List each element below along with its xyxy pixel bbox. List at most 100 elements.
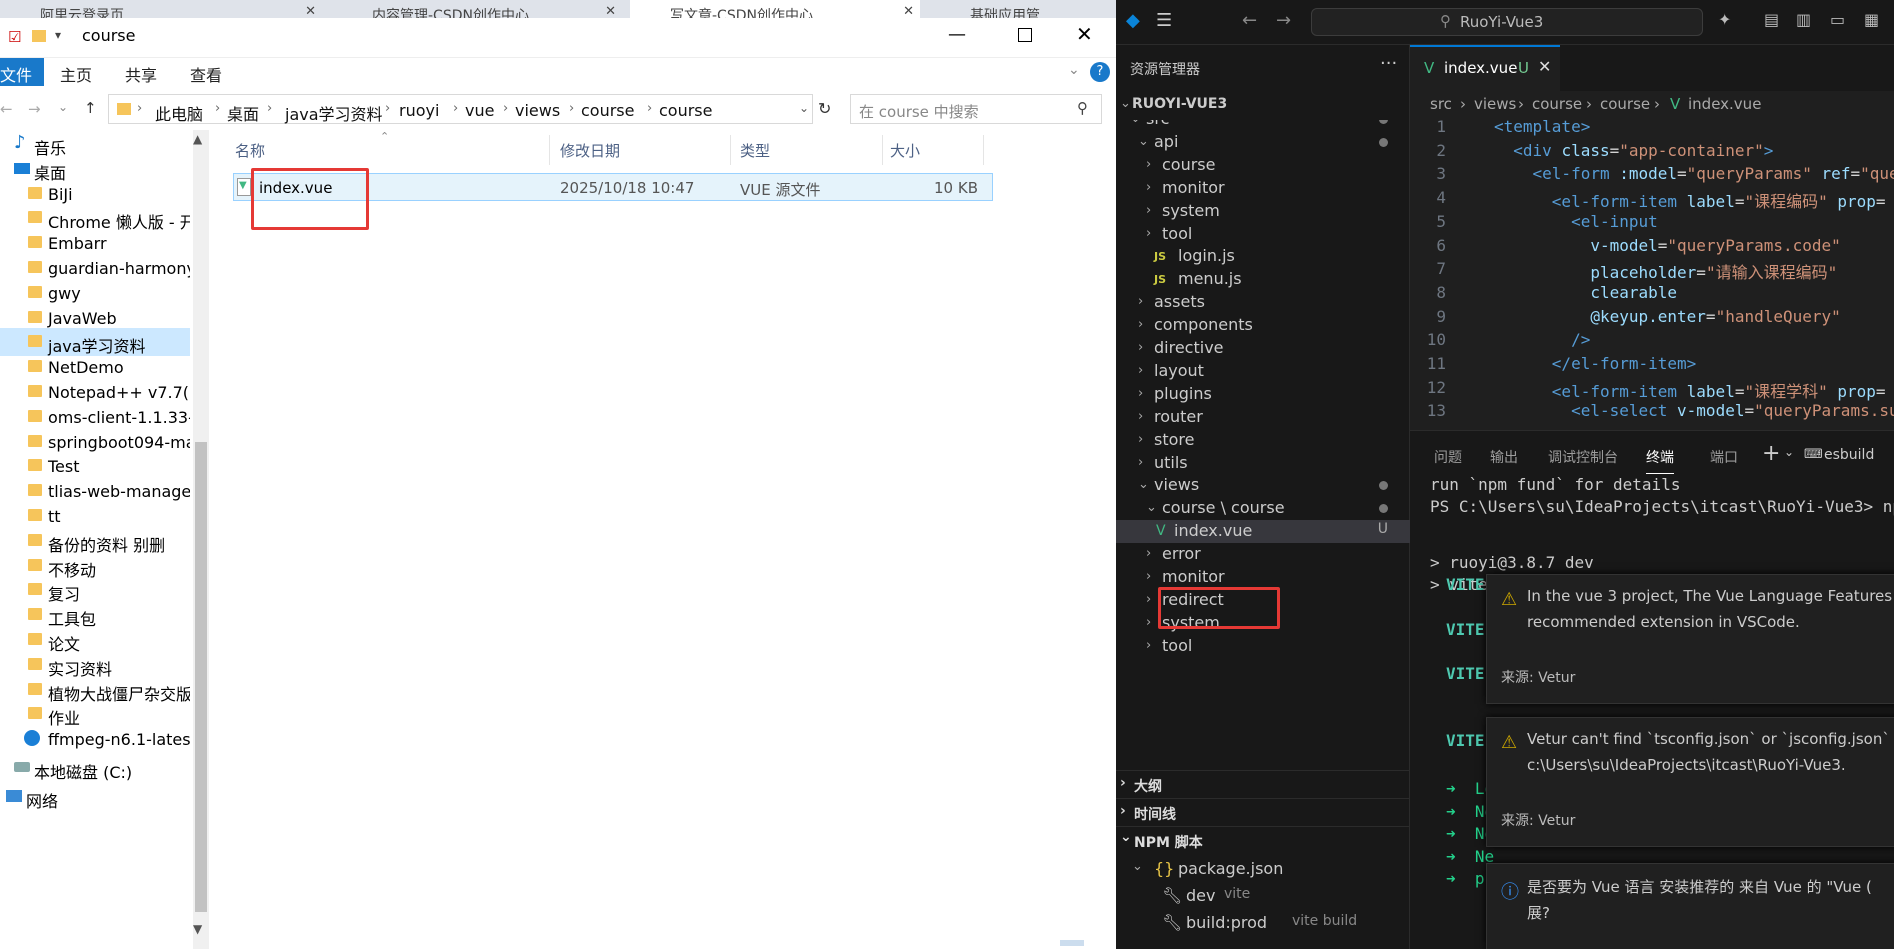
back-icon[interactable]: ← [0,100,13,118]
browser-tab[interactable]: 阿里云登录页 ✕ [0,0,322,18]
close-icon[interactable]: ✕ [305,4,316,18]
toggle-secondary-sidebar-icon[interactable]: ▦ [1864,10,1879,29]
tree-item[interactable]: ⌄ views [1116,474,1410,497]
column-header-name[interactable]: 名称 [235,140,265,161]
tree-item[interactable]: › system [1116,200,1410,223]
tree-item[interactable]: › components [1116,314,1410,337]
tree-item[interactable]: › error [1116,543,1410,566]
ribbon-tab-share[interactable]: 共享 [125,62,157,86]
notification-toast[interactable]: ⚠ Vetur can't find `tsconfig.json` or `js… [1486,717,1894,847]
nav-item[interactable]: tlias-web-managem [0,477,190,505]
close-icon[interactable]: ✕ [1076,22,1093,46]
column-divider[interactable] [983,135,984,165]
notification-toast[interactable]: ⓘ 是否要为 Vue 语言 安装推荐的 来自 Vue 的 "Vue (展? [1486,863,1894,949]
column-divider[interactable] [882,135,883,165]
nav-item[interactable]: 论文 [0,626,190,654]
nav-item[interactable]: 网络 [0,783,190,811]
nav-item[interactable]: oms-client-1.1.33-x [0,403,190,431]
nav-item[interactable]: 桌面 [0,155,190,183]
address-bar[interactable]: › 此电脑 › 桌面 › java学习资料 › ruoyi › vue › vi… [108,94,813,124]
nav-item[interactable]: tt [0,502,190,530]
notification-toast[interactable]: ⚠ In the vue 3 project, The Vue Language … [1486,574,1894,704]
close-icon[interactable]: ✕ [605,4,616,18]
nav-item[interactable]: Notepad++ v7.7(64 [0,378,190,406]
tree-file-index-vue[interactable]: Vindex.vue U [1116,520,1410,544]
column-header-date[interactable]: 修改日期 [560,140,620,161]
nav-item[interactable]: 植物大战僵尸杂交版v [0,676,190,704]
tree-item[interactable]: JS menu.js [1116,268,1410,291]
copilot-icon[interactable]: ✦ [1718,10,1731,29]
breadcrumb-item[interactable]: src [1430,95,1452,113]
menu-icon[interactable]: ☰ [1156,10,1172,31]
npm-script-dev[interactable]: 🔧︎ dev vite [1116,883,1410,910]
recent-locations-icon[interactable]: ⌄ [58,100,68,114]
resize-grip[interactable] [1060,940,1084,946]
tree-item[interactable]: › monitor [1116,566,1410,589]
scroll-down-icon[interactable]: ▼ [193,922,202,936]
nav-item[interactable]: springboot094-mas [0,428,190,456]
timeline-section[interactable]: › 时间线 [1116,798,1410,826]
forward-icon[interactable]: → [1276,10,1291,31]
toggle-sidebar-icon[interactable]: ▥ [1796,10,1811,29]
refresh-icon[interactable]: ↻ [818,99,831,118]
breadcrumb-item[interactable]: index.vue [1688,95,1761,113]
breadcrumb-item[interactable]: course [1600,95,1650,113]
npm-package-json[interactable]: ⌄ {} package.json [1116,856,1410,883]
nav-item[interactable]: 本地磁盘 (C:) [0,754,190,782]
tree-item[interactable]: ⌄ course \ course [1116,497,1410,520]
command-center-search[interactable]: ⚲ RuoYi-Vue3 [1311,8,1703,36]
column-divider[interactable] [730,135,731,165]
nav-item[interactable]: ♪ 音乐 [0,130,190,158]
breadcrumb-item[interactable]: 此电脑 [155,101,203,125]
tree-item[interactable]: › assets [1116,291,1410,314]
nav-item[interactable]: BiJi [0,180,190,208]
tree-item[interactable]: › plugins [1116,383,1410,406]
forward-icon[interactable]: → [28,100,41,118]
breadcrumb-item[interactable]: 桌面 [227,101,259,125]
browser-tab[interactable]: 内容管理-CSDN创作中心 ✕ [332,0,622,18]
column-header-type[interactable]: 类型 [740,140,770,161]
npm-script-build-prod[interactable]: 🔧︎ build:prod vite build [1116,910,1410,937]
more-actions-icon[interactable]: ··· [1380,53,1397,74]
npm-scripts-section[interactable]: ⌄ NPM 脚本 [1116,826,1410,854]
close-icon[interactable]: ✕ [1538,57,1551,76]
tree-item[interactable]: › monitor [1116,177,1410,200]
checkbox-icon[interactable]: ☑ [8,28,21,46]
nav-item[interactable]: 不移动 [0,552,190,580]
search-input[interactable]: 在 course 中搜索 ⚲ [850,94,1102,124]
chevron-down-icon[interactable]: ⌄ [799,101,809,115]
tree-item[interactable]: › store [1116,429,1410,452]
breadcrumb-item[interactable]: course [1532,95,1582,113]
tree-item[interactable]: › router [1116,406,1410,429]
tree-item[interactable]: › tool [1116,635,1410,658]
breadcrumb-item[interactable]: ruoyi [399,101,439,120]
breadcrumb-item[interactable]: views [515,101,560,120]
ribbon-tab-file[interactable]: 文件 [0,58,44,86]
tree-item[interactable]: › tool [1116,223,1410,246]
maximize-icon[interactable] [1018,28,1032,42]
up-icon[interactable]: ↑ [84,99,97,117]
outline-section[interactable]: › 大纲 [1116,770,1410,798]
tree-item[interactable]: ⌄ api [1116,131,1410,154]
nav-item[interactable]: Test [0,452,190,480]
breadcrumb-item[interactable]: vue [465,101,494,120]
column-header-size[interactable]: 大小 [890,140,920,161]
code-editor[interactable]: 1 <template> 2 <div class="app-container">… [1410,117,1894,430]
search-icon[interactable]: ⚲ [1077,99,1088,117]
nav-item[interactable]: 复习 [0,576,190,604]
ribbon-tab-home[interactable]: 主页 [60,62,92,86]
nav-item[interactable]: ffmpeg-n6.1-latest- [0,725,190,753]
tree-item[interactable]: › course [1116,154,1410,177]
tree-item[interactable]: › directive [1116,337,1410,360]
nav-item[interactable]: java学习资料 [0,328,190,357]
nav-item[interactable]: gwy [0,279,190,307]
toggle-panel-icon[interactable]: ▭ [1830,10,1845,29]
nav-item[interactable]: Embarr [0,229,190,257]
quick-access-dropdown-icon[interactable]: ▾ [55,28,61,42]
layout-icon[interactable]: ▤ [1764,10,1779,29]
tree-item[interactable]: › utils [1116,452,1410,475]
tree-item[interactable]: JS login.js [1116,245,1410,268]
tree-item[interactable]: › layout [1116,360,1410,383]
close-icon[interactable]: ✕ [903,4,914,18]
scroll-up-icon[interactable]: ▲ [193,132,202,146]
